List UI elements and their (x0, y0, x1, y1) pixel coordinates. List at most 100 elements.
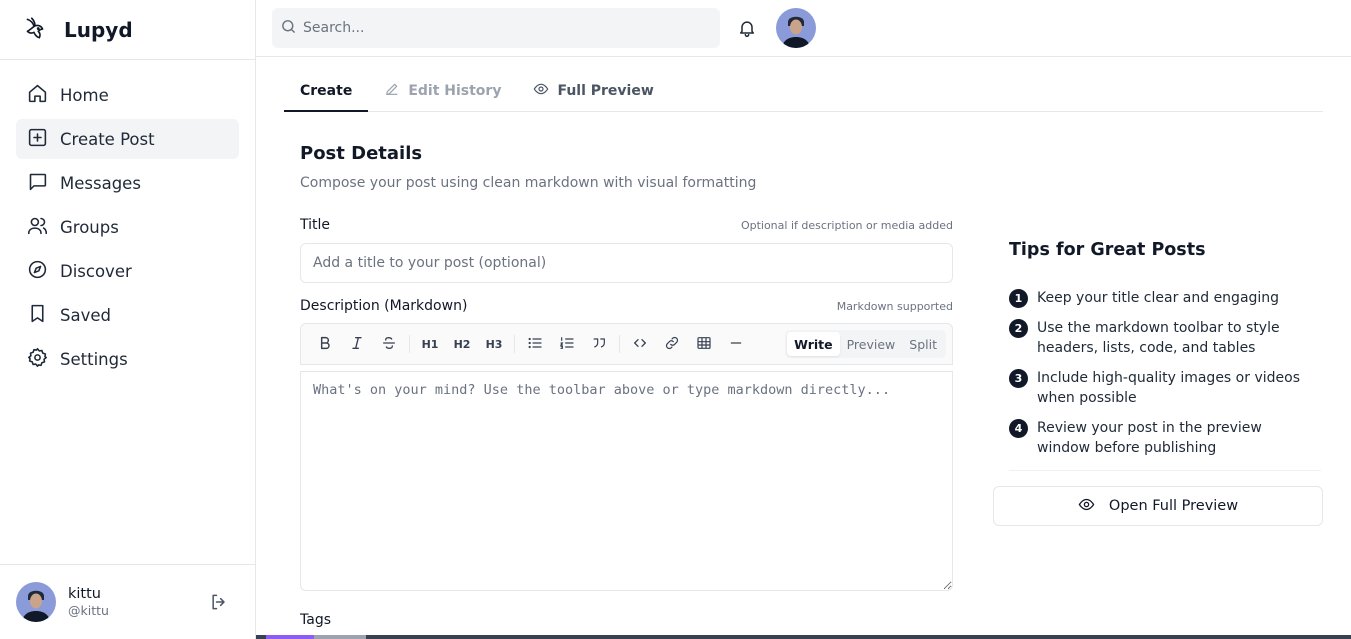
quote-button[interactable] (583, 328, 615, 360)
tab-create[interactable]: Create (284, 71, 369, 112)
tip-text: Review your post in the preview window b… (1037, 420, 1262, 456)
sidebar-item-label: Discover (60, 261, 132, 281)
sidebar-item-groups[interactable]: Groups (16, 207, 239, 247)
sidebar-item-create-post[interactable]: Create Post (16, 119, 239, 159)
profile-name: kittu (68, 586, 101, 602)
title-hint: Optional if description or media added (740, 219, 953, 232)
tips-list: 1 Keep your title clear and engaging 2 U… (1009, 288, 1319, 468)
tips-divider (1009, 470, 1321, 471)
description-hint: Markdown supported (836, 300, 953, 313)
table-button[interactable] (688, 328, 720, 360)
heading-1-button[interactable]: H1 (414, 328, 446, 360)
logo-icon (22, 15, 48, 45)
header-avatar[interactable] (776, 8, 816, 48)
search-box[interactable] (272, 8, 720, 48)
table-icon (696, 335, 712, 354)
tab-label: Create (300, 82, 353, 99)
bold-button[interactable] (309, 328, 341, 360)
plus-square-icon (27, 127, 48, 152)
open-full-preview-button[interactable]: Open Full Preview (993, 486, 1323, 526)
heading-3-button[interactable]: H3 (478, 328, 510, 360)
post-tabs: Create Edit History Full Preview (284, 71, 1323, 112)
bullet-list-icon (527, 335, 543, 354)
users-icon (27, 215, 48, 240)
heading-2-button[interactable]: H2 (446, 328, 478, 360)
title-label: Title (300, 217, 331, 233)
mode-write-button[interactable]: Write (787, 332, 840, 356)
tip-text: Keep your title clear and engaging (1037, 290, 1280, 306)
heading-3-label: H3 (485, 337, 503, 351)
search-input[interactable] (303, 20, 703, 36)
link-button[interactable] (656, 328, 688, 360)
tip-number-badge: 4 (1009, 419, 1028, 438)
home-icon (27, 83, 48, 108)
sidebar-item-label: Home (60, 85, 109, 105)
description-editor[interactable] (300, 371, 953, 591)
search-icon (280, 18, 297, 39)
tip-text: Use the markdown toolbar to style header… (1037, 320, 1280, 356)
tab-edit-history[interactable]: Edit History (368, 71, 517, 111)
pencil-icon (384, 81, 408, 101)
horizontal-rule-button[interactable] (720, 328, 752, 360)
numbered-list-button[interactable] (551, 328, 583, 360)
strikethrough-button[interactable] (373, 328, 405, 360)
heading-2-label: H2 (453, 337, 471, 351)
sidebar-item-settings[interactable]: Settings (16, 339, 239, 379)
sidebar: Lupyd Home Create Post Messages Groups D… (0, 0, 256, 639)
sidebar-item-label: Settings (60, 349, 128, 369)
sidebar-item-messages[interactable]: Messages (16, 163, 239, 203)
toolbar-divider (409, 335, 410, 353)
top-bar (256, 0, 1351, 57)
user-profile[interactable]: kittu @kittu (0, 564, 255, 639)
logout-icon[interactable] (209, 592, 229, 612)
markdown-toolbar: H1 H2 H3 Write Preview Split (300, 323, 953, 365)
compass-icon (27, 259, 48, 284)
page-title: Post Details (300, 143, 423, 164)
bullet-list-button[interactable] (519, 328, 551, 360)
quote-icon (591, 335, 607, 354)
sidebar-item-label: Saved (60, 305, 111, 325)
brand[interactable]: Lupyd (0, 0, 255, 60)
page-subtitle: Compose your post using clean markdown w… (300, 175, 757, 191)
tab-label: Edit History (408, 83, 502, 99)
horizontal-rule-icon (728, 335, 744, 354)
tip-item: 4 Review your post in the preview window… (1009, 418, 1319, 458)
notification-bell-icon[interactable] (737, 18, 757, 38)
toolbar-divider (619, 335, 620, 353)
italic-icon (349, 335, 365, 354)
description-label: Description (Markdown) (300, 298, 468, 314)
brand-name: Lupyd (64, 17, 133, 42)
avatar (16, 582, 56, 622)
strikethrough-icon (381, 335, 397, 354)
sidebar-item-saved[interactable]: Saved (16, 295, 239, 335)
sidebar-item-discover[interactable]: Discover (16, 251, 239, 291)
link-icon (664, 335, 680, 354)
numbered-list-icon (559, 335, 575, 354)
toolbar-divider (514, 335, 515, 353)
tab-full-preview[interactable]: Full Preview (517, 71, 669, 111)
sidebar-item-label: Messages (60, 173, 141, 193)
bottom-strip-segment (314, 635, 366, 639)
gear-icon (27, 347, 48, 372)
bold-icon (317, 335, 333, 354)
bookmark-icon (27, 303, 48, 328)
bottom-edge-strip (256, 635, 1351, 639)
eye-icon (1078, 496, 1109, 517)
sidebar-item-label: Create Post (60, 129, 155, 149)
title-input[interactable] (300, 243, 953, 283)
italic-button[interactable] (341, 328, 373, 360)
tip-number-badge: 1 (1009, 289, 1028, 308)
message-icon (27, 171, 48, 196)
tip-text: Include high-quality images or videos wh… (1037, 370, 1300, 406)
sidebar-item-home[interactable]: Home (16, 75, 239, 115)
mode-split-button[interactable]: Split (902, 332, 944, 356)
editor-mode-toggle: Write Preview Split (785, 330, 946, 358)
code-button[interactable] (624, 328, 656, 360)
tips-title: Tips for Great Posts (1009, 240, 1206, 260)
sidebar-item-label: Groups (60, 217, 119, 237)
mode-preview-button[interactable]: Preview (840, 332, 903, 356)
open-full-preview-label: Open Full Preview (1108, 498, 1239, 514)
sidebar-nav: Home Create Post Messages Groups Discove… (0, 60, 255, 379)
tip-item: 3 Include high-quality images or videos … (1009, 368, 1319, 408)
tip-number-badge: 3 (1009, 369, 1028, 388)
